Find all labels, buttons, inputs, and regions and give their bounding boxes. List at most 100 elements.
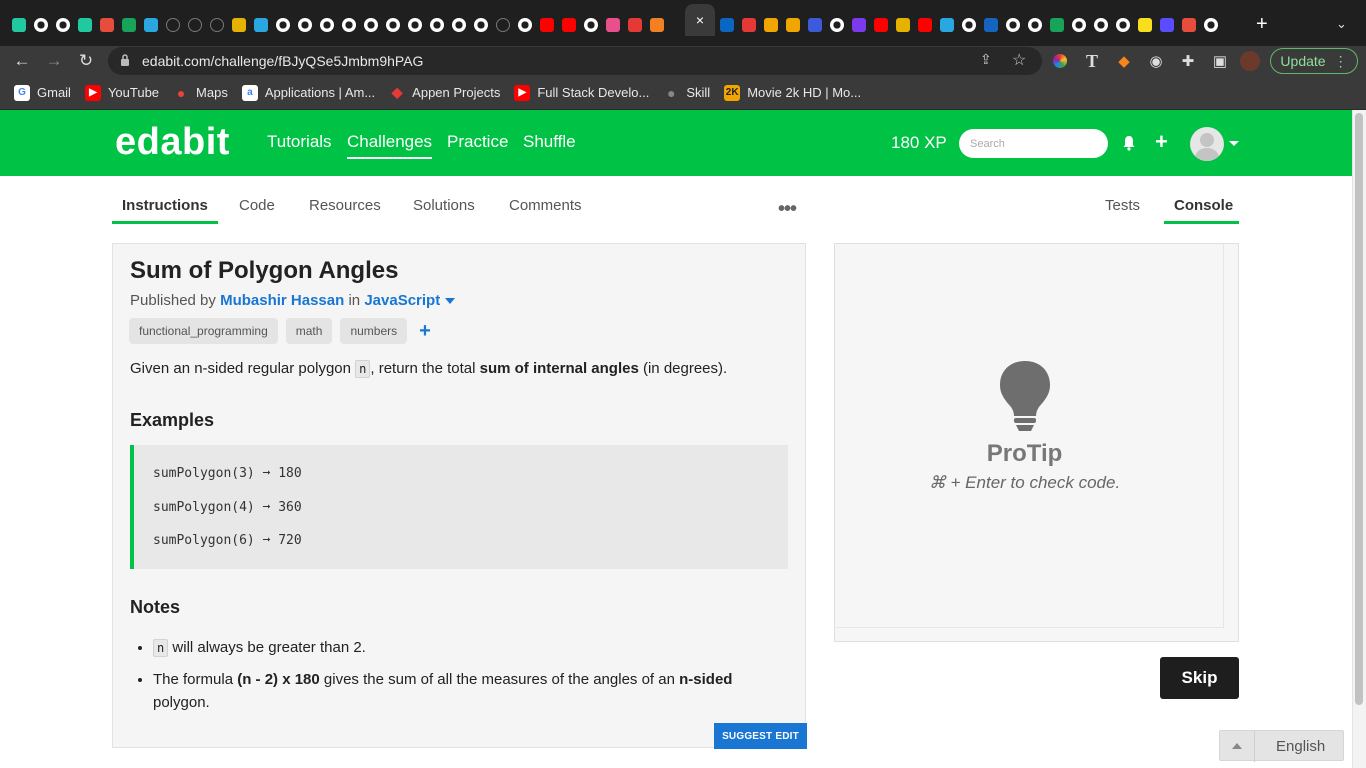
tab-favicon-icon[interactable] [294, 14, 316, 36]
language-selector[interactable]: English [1219, 730, 1344, 762]
tab-favicon-icon[interactable] [1046, 14, 1068, 36]
tab-favicon-icon[interactable] [536, 14, 558, 36]
tab-favicon-icon[interactable] [52, 14, 74, 36]
search-input[interactable] [959, 129, 1108, 158]
bookmark-item[interactable]: ▶ Full Stack Develo... [514, 82, 649, 104]
tab-favicon-icon[interactable] [1200, 14, 1222, 36]
tab-solutions[interactable]: Solutions [413, 197, 475, 214]
tab-favicon-icon[interactable] [980, 14, 1002, 36]
add-tag-icon[interactable]: + [419, 320, 431, 343]
tab-favicon-icon[interactable] [1156, 14, 1178, 36]
tab-favicon-icon[interactable] [74, 14, 96, 36]
caret-down-icon[interactable] [445, 298, 456, 305]
edabit-logo[interactable]: edabit [115, 121, 230, 164]
reload-icon[interactable]: ↻ [75, 50, 97, 72]
side-panel-icon[interactable]: ▣ [1210, 51, 1230, 71]
eye-extension-icon[interactable]: ◉ [1146, 51, 1166, 71]
nav-tutorials[interactable]: Tutorials [267, 132, 332, 152]
tab-favicon-icon[interactable] [602, 14, 624, 36]
color-extension-icon[interactable] [1050, 51, 1070, 71]
bookmark-item[interactable]: G Gmail [14, 82, 71, 104]
tab-favicon-icon[interactable] [580, 14, 602, 36]
tab-favicon-icon[interactable] [404, 14, 426, 36]
tab-code[interactable]: Code [239, 197, 275, 214]
tab-favicon-icon[interactable] [338, 14, 360, 36]
tab-favicon-icon[interactable] [716, 14, 738, 36]
tab-favicon-icon[interactable] [492, 14, 514, 36]
more-options-icon[interactable]: ••• [778, 198, 797, 221]
metamask-icon[interactable]: ◆ [1114, 51, 1134, 71]
tab-comments[interactable]: Comments [509, 197, 582, 214]
forward-icon[interactable]: → [43, 50, 65, 72]
tab-favicon-icon[interactable] [448, 14, 470, 36]
skip-button[interactable]: Skip [1160, 657, 1239, 699]
tab-search-menu-icon[interactable]: ⌄ [1336, 16, 1347, 32]
page-scrollbar-thumb[interactable] [1355, 113, 1363, 705]
tab-favicon-icon[interactable] [958, 14, 980, 36]
tab-favicon-icon[interactable] [316, 14, 338, 36]
update-button[interactable]: Update ⋮ [1270, 48, 1358, 74]
tab-favicon-icon[interactable] [646, 14, 668, 36]
tab-favicon-icon[interactable] [30, 14, 52, 36]
tab-favicon-icon[interactable] [470, 14, 492, 36]
nav-shuffle[interactable]: Shuffle [523, 132, 576, 152]
bookmark-item[interactable]: ▶ YouTube [84, 82, 159, 104]
tab-favicon-icon[interactable] [804, 14, 826, 36]
tab-favicon-icon[interactable] [936, 14, 958, 36]
bookmark-item[interactable]: ● Skill [663, 82, 710, 104]
active-tab[interactable]: × [685, 4, 715, 36]
tab-favicon-icon[interactable] [1024, 14, 1046, 36]
nav-challenges[interactable]: Challenges [347, 132, 433, 159]
profile-avatar-icon[interactable] [1240, 51, 1260, 71]
tab-favicon-icon[interactable] [118, 14, 140, 36]
tab-favicon-icon[interactable] [1134, 14, 1156, 36]
tab-favicon-icon[interactable] [760, 14, 782, 36]
back-icon[interactable]: ← [11, 50, 33, 72]
tab-favicon-icon[interactable] [272, 14, 294, 36]
chevron-up-icon[interactable] [1232, 743, 1242, 749]
nav-practice[interactable]: Practice [447, 132, 508, 152]
bookmark-item[interactable]: ● Maps [173, 82, 228, 104]
language-link[interactable]: JavaScript [364, 292, 440, 309]
tab-favicon-icon[interactable] [426, 14, 448, 36]
tab-favicon-icon[interactable] [228, 14, 250, 36]
bookmark-item[interactable]: 2K Movie 2k HD | Mo... [724, 82, 861, 104]
tab-tests[interactable]: Tests [1105, 197, 1140, 214]
url-bar[interactable]: edabit.com/challenge/fBJyQSe5Jmbm9hPAG ⇪… [108, 47, 1042, 75]
tab-favicon-icon[interactable] [826, 14, 848, 36]
add-icon[interactable]: + [1155, 130, 1168, 154]
chevron-down-icon[interactable] [1229, 141, 1239, 146]
tab-favicon-icon[interactable] [184, 14, 206, 36]
tab-favicon-icon[interactable] [1068, 14, 1090, 36]
tab-favicon-icon[interactable] [8, 14, 30, 36]
tab-favicon-icon[interactable] [738, 14, 760, 36]
tab-favicon-icon[interactable] [206, 14, 228, 36]
tab-favicon-icon[interactable] [360, 14, 382, 36]
tab-favicon-icon[interactable] [1178, 14, 1200, 36]
bookmark-item[interactable]: a Applications | Am... [241, 82, 375, 104]
tab-favicon-icon[interactable] [250, 14, 272, 36]
tab-favicon-icon[interactable] [1002, 14, 1024, 36]
tab-console[interactable]: Console [1174, 197, 1233, 214]
bell-icon[interactable] [1122, 135, 1136, 151]
suggest-edit-button[interactable]: SUGGEST EDIT [714, 723, 807, 749]
extensions-puzzle-icon[interactable]: ✚ [1178, 51, 1198, 71]
close-tab-icon[interactable]: × [696, 12, 704, 28]
tab-favicon-icon[interactable] [624, 14, 646, 36]
tab-favicon-icon[interactable] [558, 14, 580, 36]
bookmark-item[interactable]: ◆ Appen Projects [389, 82, 501, 104]
tab-favicon-icon[interactable] [514, 14, 536, 36]
tab-favicon-icon[interactable] [870, 14, 892, 36]
share-icon[interactable]: ⇪ [980, 51, 992, 68]
tag-numbers[interactable]: numbers [340, 318, 408, 344]
tab-resources[interactable]: Resources [309, 197, 381, 214]
tab-favicon-icon[interactable] [162, 14, 184, 36]
tab-favicon-icon[interactable] [782, 14, 804, 36]
tag-math[interactable]: math [285, 318, 333, 344]
text-extension-icon[interactable]: T [1082, 51, 1102, 71]
avatar[interactable] [1190, 127, 1224, 161]
author-link[interactable]: Mubashir Hassan [220, 292, 344, 309]
tab-favicon-icon[interactable] [1112, 14, 1134, 36]
tag-functional-programming[interactable]: functional_programming [129, 318, 278, 344]
tab-favicon-icon[interactable] [1090, 14, 1112, 36]
